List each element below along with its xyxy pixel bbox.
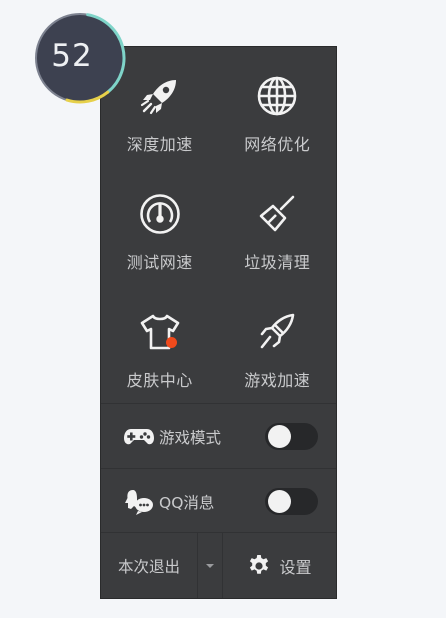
globe-icon bbox=[252, 71, 302, 121]
quick-tools-panel: 深度加速 网络优化 测试网速 垃圾清理 皮肤中心 游戏加速 游戏模式 QQ消息 … bbox=[100, 46, 337, 599]
speed-ball-value: 52 bbox=[51, 38, 93, 74]
speed-ball[interactable]: 52 bbox=[33, 11, 127, 105]
tool-skin-center[interactable]: 皮肤中心 bbox=[101, 301, 219, 419]
gamepad-icon bbox=[122, 422, 156, 452]
tool-junk-clean[interactable]: 垃圾清理 bbox=[219, 183, 337, 301]
game-mode-toggle[interactable] bbox=[265, 423, 318, 450]
speed-widget: 52 深度加速 网络优化 测试网速 垃圾清理 皮肤中心 游戏加速 游戏模式 QQ… bbox=[0, 0, 446, 618]
tool-label: 游戏加速 bbox=[244, 371, 311, 390]
game-mode-label: 游戏模式 bbox=[159, 428, 222, 447]
toggle-knob bbox=[268, 425, 291, 448]
broom-icon bbox=[252, 189, 302, 239]
exit-button[interactable]: 本次退出 bbox=[101, 533, 197, 598]
game-mode-row: 游戏模式 bbox=[101, 403, 336, 469]
game-boost-icon bbox=[252, 307, 302, 357]
new-badge bbox=[165, 337, 177, 348]
panel-footer: 本次退出 设置 bbox=[101, 532, 336, 598]
tool-label: 深度加速 bbox=[126, 135, 193, 154]
qq-message-label: QQ消息 bbox=[159, 493, 215, 512]
tshirt-icon bbox=[135, 307, 185, 357]
tool-label: 测试网速 bbox=[126, 253, 193, 272]
speedometer-icon bbox=[135, 189, 185, 239]
tool-speed-test[interactable]: 测试网速 bbox=[101, 183, 219, 301]
tool-label: 垃圾清理 bbox=[244, 253, 311, 272]
settings-button[interactable]: 设置 bbox=[223, 533, 336, 598]
qq-message-icon bbox=[122, 487, 156, 517]
exit-dropdown-button[interactable] bbox=[197, 533, 223, 598]
tool-label: 皮肤中心 bbox=[126, 371, 193, 390]
chevron-down-icon bbox=[206, 563, 214, 568]
rocket-icon bbox=[135, 71, 185, 121]
tool-label: 网络优化 bbox=[244, 135, 311, 154]
gear-icon bbox=[247, 554, 271, 578]
tool-network-optimize[interactable]: 网络优化 bbox=[219, 65, 337, 183]
tools-grid: 深度加速 网络优化 测试网速 垃圾清理 皮肤中心 游戏加速 bbox=[101, 65, 336, 419]
tool-game-accelerate[interactable]: 游戏加速 bbox=[219, 301, 337, 419]
toggle-knob bbox=[268, 490, 291, 513]
qq-message-toggle[interactable] bbox=[265, 488, 318, 515]
qq-message-row: QQ消息 bbox=[101, 468, 336, 534]
settings-label: 设置 bbox=[279, 557, 312, 577]
